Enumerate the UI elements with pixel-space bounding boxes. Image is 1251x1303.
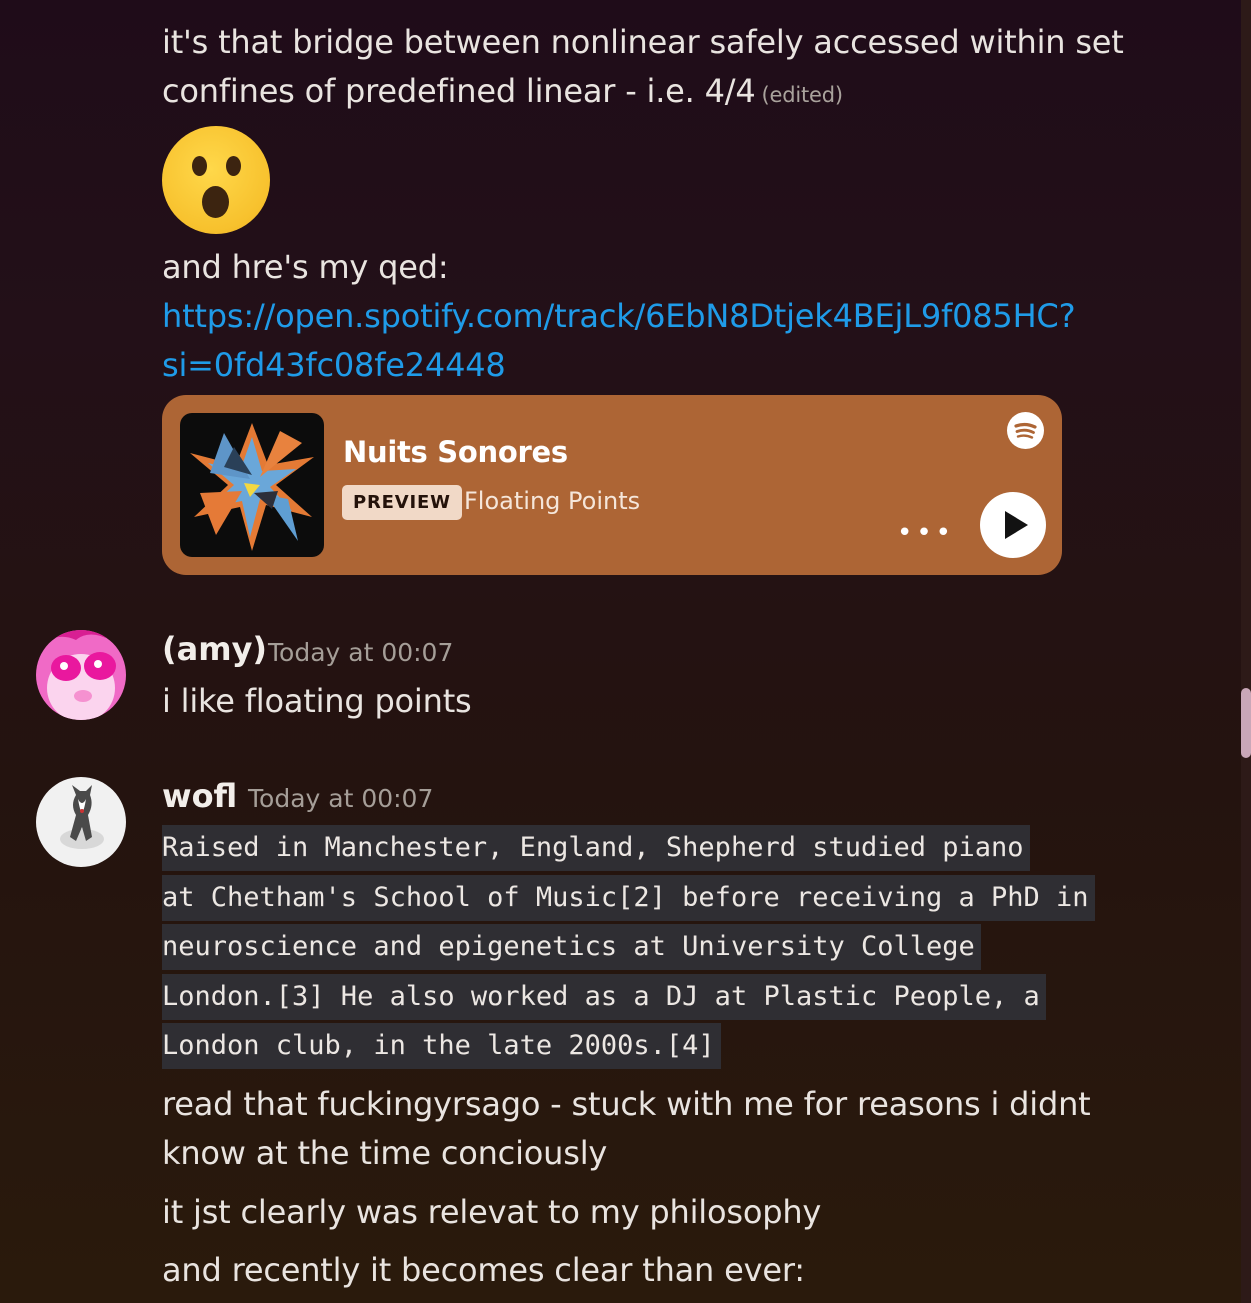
timestamp: Today at 00:07	[268, 638, 454, 667]
emoji-eye-right	[226, 156, 241, 176]
scrollbar-thumb[interactable]	[1241, 688, 1251, 758]
edited-indicator: (edited)	[761, 83, 844, 107]
timestamp: Today at 00:07	[248, 784, 434, 813]
message-text: it jst clearly was relevat to my philoso…	[162, 1193, 822, 1231]
avatar-wofl[interactable]	[36, 777, 126, 867]
message-text: i like floating points	[162, 682, 472, 720]
inline-code-line: at Chetham's School of Music[2] before r…	[162, 875, 1095, 921]
avatar-amy[interactable]	[36, 630, 126, 720]
astonished-face-emoji-icon[interactable]	[162, 126, 270, 234]
message-text: and recently it becomes clear than ever:	[162, 1251, 805, 1289]
spotify-icon[interactable]	[1007, 412, 1044, 449]
message-text: know at the time conciously	[162, 1134, 608, 1172]
inline-code-line: Raised in Manchester, England, Shepherd …	[162, 825, 1030, 871]
message-text: confines of predefined linear - i.e. 4/4…	[162, 67, 843, 120]
spotify-embed-card[interactable]: Nuits Sonores PREVIEW Floating Points ••…	[162, 395, 1062, 575]
message-text: read that fuckingyrsago - stuck with me …	[162, 1085, 1091, 1123]
album-art-icon	[190, 423, 314, 551]
avatar-image-icon	[36, 777, 126, 867]
spotify-link-continuation[interactable]: si=0fd43fc08fe24448	[162, 341, 506, 390]
message-text: it's that bridge between nonlinear safel…	[162, 23, 1124, 61]
message-text-line: confines of predefined linear - i.e. 4/4	[162, 72, 756, 110]
scrollbar-track[interactable]	[1241, 0, 1251, 1303]
emoji-mouth	[202, 186, 229, 218]
username-amy[interactable]: (amy)	[162, 630, 267, 668]
play-button[interactable]	[980, 492, 1046, 558]
username-wofl[interactable]: wofl	[162, 777, 237, 815]
emoji-eye-left	[192, 156, 207, 176]
inline-code-line: neuroscience and epigenetics at Universi…	[162, 924, 981, 970]
avatar-image-icon	[36, 630, 126, 720]
artist-name[interactable]: Floating Points	[464, 487, 640, 515]
inline-code-line: London club, in the late 2000s.[4]	[162, 1023, 721, 1069]
track-title[interactable]: Nuits Sonores	[343, 435, 568, 469]
play-icon	[1005, 511, 1028, 539]
spotify-link[interactable]: https://open.spotify.com/track/6EbN8Dtje…	[162, 292, 1076, 341]
inline-code-line: London.[3] He also worked as a DJ at Pla…	[162, 974, 1046, 1020]
message-text: and hre's my qed:	[162, 248, 449, 286]
spotify-logo-icon	[1014, 422, 1037, 439]
more-options-icon[interactable]: •••	[897, 520, 951, 546]
album-cover[interactable]	[180, 413, 324, 557]
preview-badge: PREVIEW	[342, 485, 462, 520]
